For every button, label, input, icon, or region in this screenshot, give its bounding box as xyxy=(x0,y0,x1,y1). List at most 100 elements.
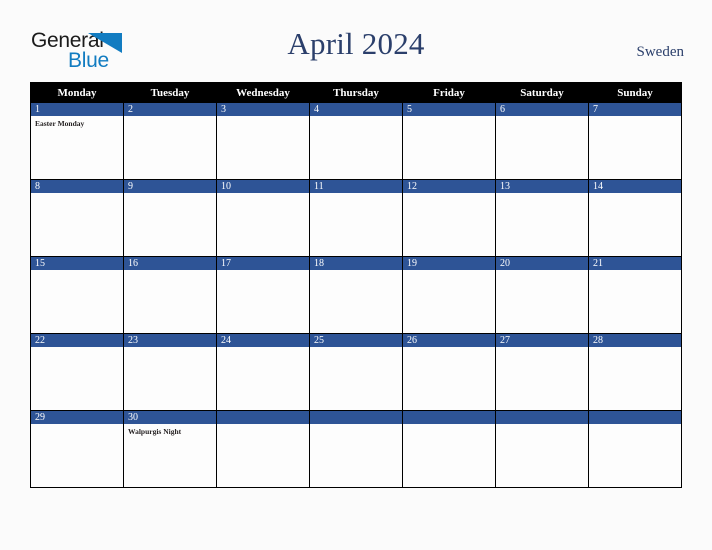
country-label: Sweden xyxy=(636,44,685,60)
calendar-day-cell[interactable]: 28 xyxy=(588,333,682,411)
day-number: 14 xyxy=(589,180,681,193)
calendar-week-row: 1 Easter Monday 2 3 4 5 6 7 xyxy=(30,102,682,180)
calendar-empty-cell[interactable] xyxy=(309,410,403,488)
day-number: 9 xyxy=(124,180,216,193)
day-events xyxy=(496,270,588,333)
day-events xyxy=(217,347,309,410)
day-number: 13 xyxy=(496,180,588,193)
day-events xyxy=(403,424,495,487)
day-events xyxy=(496,116,588,179)
calendar-day-cell[interactable]: 7 xyxy=(588,102,682,180)
day-number xyxy=(217,411,309,424)
page-header: General Blue April 2024 Sweden xyxy=(0,0,712,82)
calendar-day-cell[interactable]: 5 xyxy=(402,102,496,180)
day-events xyxy=(589,270,681,333)
calendar-day-cell[interactable]: 29 xyxy=(30,410,124,488)
day-events xyxy=(310,347,402,410)
day-number xyxy=(310,411,402,424)
day-events xyxy=(496,193,588,256)
day-events xyxy=(496,424,588,487)
holiday-label: Walpurgis Night xyxy=(128,427,182,436)
day-events xyxy=(310,424,402,487)
calendar-day-cell[interactable]: 27 xyxy=(495,333,589,411)
calendar-grid: Monday Tuesday Wednesday Thursday Friday… xyxy=(30,82,682,488)
page-title: April 2024 xyxy=(287,26,425,61)
day-number: 26 xyxy=(403,334,495,347)
day-number xyxy=(589,411,681,424)
calendar-empty-cell[interactable] xyxy=(216,410,310,488)
calendar-day-cell[interactable]: 12 xyxy=(402,179,496,257)
weekday-header-friday: Friday xyxy=(402,82,496,103)
day-number: 10 xyxy=(217,180,309,193)
calendar-day-cell[interactable]: 13 xyxy=(495,179,589,257)
day-events xyxy=(310,116,402,179)
day-number: 2 xyxy=(124,103,216,116)
day-events xyxy=(310,193,402,256)
calendar-empty-cell[interactable] xyxy=(495,410,589,488)
calendar-day-cell[interactable]: 21 xyxy=(588,256,682,334)
calendar-empty-cell[interactable] xyxy=(402,410,496,488)
day-number xyxy=(496,411,588,424)
day-events xyxy=(589,193,681,256)
calendar-day-cell[interactable]: 17 xyxy=(216,256,310,334)
calendar-empty-cell[interactable] xyxy=(588,410,682,488)
day-events xyxy=(31,347,123,410)
day-events xyxy=(31,193,123,256)
calendar-day-cell[interactable]: 10 xyxy=(216,179,310,257)
calendar-day-cell[interactable]: 4 xyxy=(309,102,403,180)
day-number: 11 xyxy=(310,180,402,193)
day-number: 18 xyxy=(310,257,402,270)
calendar-day-cell[interactable]: 2 xyxy=(123,102,217,180)
day-events xyxy=(403,347,495,410)
calendar-week-row: 29 30 Walpurgis Night xyxy=(30,410,682,488)
calendar-day-cell[interactable]: 16 xyxy=(123,256,217,334)
day-number: 8 xyxy=(31,180,123,193)
weekday-header-row: Monday Tuesday Wednesday Thursday Friday… xyxy=(30,82,682,103)
day-events xyxy=(217,116,309,179)
day-events xyxy=(124,116,216,179)
calendar-day-cell[interactable]: 23 xyxy=(123,333,217,411)
day-number: 19 xyxy=(403,257,495,270)
day-events: Easter Monday xyxy=(31,116,123,179)
calendar-day-cell[interactable]: 20 xyxy=(495,256,589,334)
calendar-day-cell[interactable]: 19 xyxy=(402,256,496,334)
day-number xyxy=(403,411,495,424)
holiday-label: Easter Monday xyxy=(35,119,85,128)
day-number: 25 xyxy=(310,334,402,347)
day-events xyxy=(589,347,681,410)
calendar-day-cell[interactable]: 14 xyxy=(588,179,682,257)
day-number: 16 xyxy=(124,257,216,270)
calendar-day-cell[interactable]: 18 xyxy=(309,256,403,334)
day-number: 15 xyxy=(31,257,123,270)
day-events xyxy=(31,424,123,487)
calendar-day-cell[interactable]: 22 xyxy=(30,333,124,411)
day-events xyxy=(403,193,495,256)
calendar-day-cell[interactable]: 30 Walpurgis Night xyxy=(123,410,217,488)
day-events xyxy=(589,116,681,179)
weekday-header-saturday: Saturday xyxy=(495,82,589,103)
calendar-day-cell[interactable]: 15 xyxy=(30,256,124,334)
day-events xyxy=(589,424,681,487)
calendar-week-row: 22 23 24 25 26 27 28 xyxy=(30,333,682,411)
calendar-day-cell[interactable]: 6 xyxy=(495,102,589,180)
calendar-day-cell[interactable]: 25 xyxy=(309,333,403,411)
day-number: 20 xyxy=(496,257,588,270)
day-number: 12 xyxy=(403,180,495,193)
calendar-day-cell[interactable]: 24 xyxy=(216,333,310,411)
weekday-header-monday: Monday xyxy=(30,82,124,103)
calendar-day-cell[interactable]: 9 xyxy=(123,179,217,257)
day-number: 27 xyxy=(496,334,588,347)
day-events xyxy=(310,270,402,333)
day-number: 28 xyxy=(589,334,681,347)
day-events xyxy=(403,116,495,179)
day-number: 5 xyxy=(403,103,495,116)
calendar-day-cell[interactable]: 11 xyxy=(309,179,403,257)
day-number: 30 xyxy=(124,411,216,424)
day-events: Walpurgis Night xyxy=(124,424,216,487)
day-number: 29 xyxy=(31,411,123,424)
calendar-day-cell[interactable]: 26 xyxy=(402,333,496,411)
calendar-day-cell[interactable]: 1 Easter Monday xyxy=(30,102,124,180)
calendar-day-cell[interactable]: 3 xyxy=(216,102,310,180)
calendar-day-cell[interactable]: 8 xyxy=(30,179,124,257)
day-number: 24 xyxy=(217,334,309,347)
